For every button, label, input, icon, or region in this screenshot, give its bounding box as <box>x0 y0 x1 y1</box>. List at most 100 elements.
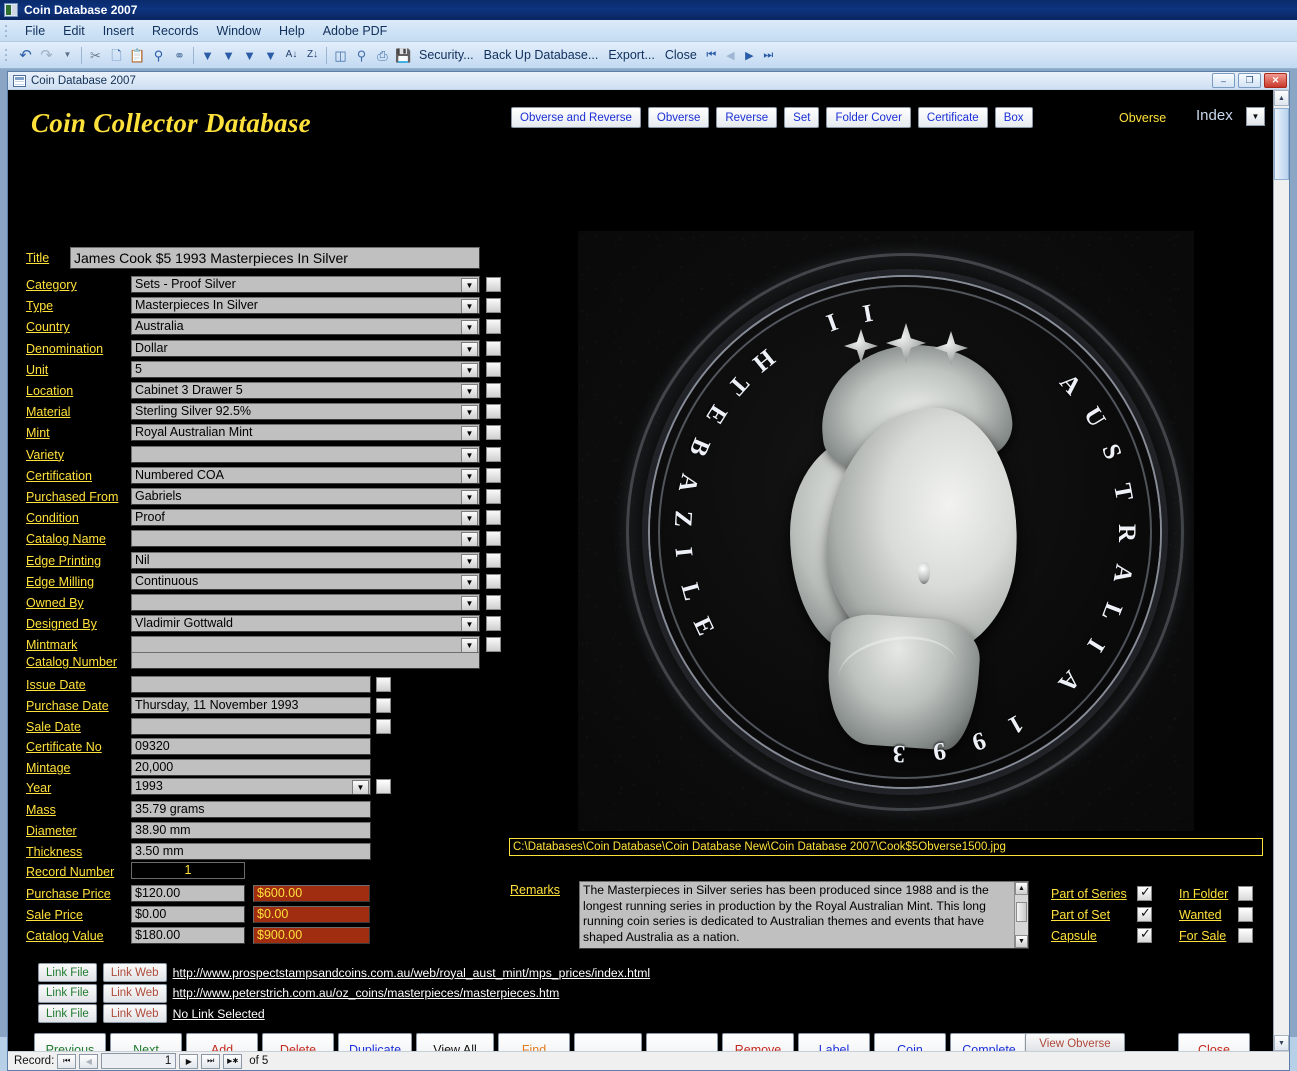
issue-date-input[interactable] <box>131 676 371 693</box>
designed-by-dropdown-icon[interactable]: ▼ <box>461 617 478 632</box>
catalog-name-checkbox[interactable] <box>486 531 501 547</box>
sale-date-input[interactable] <box>131 718 371 735</box>
link-file-button[interactable]: Link File <box>38 1004 97 1023</box>
tab-obverse-and-reverse[interactable]: Obverse and Reverse <box>511 107 641 128</box>
mintmark-checkbox[interactable] <box>486 637 501 653</box>
owned-by-dropdown-icon[interactable]: ▼ <box>461 596 478 610</box>
owned-by-combobox[interactable]: ▼ <box>131 594 480 611</box>
denomination-combobox[interactable]: Dollar ▼ <box>131 339 480 357</box>
next-record-button[interactable]: NextRecord <box>110 1033 182 1051</box>
index-dropdown-icon[interactable]: ▼ <box>1246 107 1265 126</box>
next-record-button[interactable]: ▶ <box>179 1053 199 1069</box>
tab-certificate[interactable]: Certificate <box>917 107 988 128</box>
replace-icon[interactable]: ⚭ <box>169 45 190 66</box>
purchase-price-input[interactable]: $120.00 <box>131 885 245 902</box>
unit-dropdown-icon[interactable]: ▼ <box>461 362 478 377</box>
category-checkbox[interactable] <box>486 277 501 292</box>
mint-combobox[interactable]: Royal Australian Mint ▼ <box>131 424 480 442</box>
backup-database-button[interactable]: Back Up Database... <box>479 46 604 64</box>
add-record-button[interactable]: AddRecord <box>186 1033 258 1051</box>
link-file-button[interactable]: Link File <box>38 963 97 982</box>
new-record-button[interactable]: ▶✱ <box>223 1053 243 1069</box>
duplicate-record-button[interactable]: DuplicateRecord <box>338 1033 412 1051</box>
print-icon[interactable]: ⎙ <box>372 45 393 66</box>
view-obverse-button[interactable]: View Obverse <box>1025 1033 1125 1051</box>
unit-checkbox[interactable] <box>486 361 501 377</box>
certification-combobox[interactable]: Numbered COA ▼ <box>131 466 480 484</box>
owned-by-checkbox[interactable] <box>486 595 501 610</box>
year-input[interactable]: 1993 ▼ <box>131 778 371 795</box>
mint-dropdown-icon[interactable]: ▼ <box>461 426 478 441</box>
mintage-input[interactable]: 20,000 <box>131 759 371 776</box>
purchase-date-input[interactable]: Thursday, 11 November 1993 <box>131 697 371 714</box>
menu-file[interactable]: File <box>16 22 54 40</box>
catalog-name-dropdown-icon[interactable]: ▼ <box>461 532 478 547</box>
record-number-input[interactable]: 1 <box>131 862 245 879</box>
menubar-grip[interactable] <box>4 22 13 39</box>
edge-milling-dropdown-icon[interactable]: ▼ <box>461 574 478 589</box>
save-icon[interactable]: 💾 <box>393 45 414 66</box>
tab-obverse[interactable]: Obverse <box>647 107 710 128</box>
previous-record-button[interactable]: PreviousRecord <box>34 1033 106 1051</box>
link-url[interactable]: http://www.peterstrich.com.au/oz_coins/m… <box>173 986 560 1000</box>
security-button[interactable]: Security... <box>414 46 479 64</box>
tab-folder-cover[interactable]: Folder Cover <box>826 107 911 128</box>
remarks-scroll-thumb[interactable] <box>1016 902 1027 922</box>
flag-checkbox-in-folder[interactable] <box>1238 886 1253 901</box>
thickness-input[interactable]: 3.50 mm <box>131 843 371 860</box>
material-combobox[interactable]: Sterling Silver 92.5% ▼ <box>131 403 480 421</box>
purchased-from-combobox[interactable]: Gabriels ▼ <box>131 488 480 505</box>
remarks-scroll-up-icon[interactable]: ▲ <box>1015 882 1028 895</box>
variety-checkbox[interactable] <box>486 446 501 462</box>
new-object-icon[interactable]: ◫ <box>330 45 351 66</box>
link-url[interactable]: No Link Selected <box>173 1007 265 1021</box>
purchased-from-checkbox[interactable] <box>486 489 501 504</box>
copy-icon[interactable]: 🗋 <box>106 45 127 66</box>
minimize-button[interactable]: – <box>1212 73 1235 88</box>
find-icon[interactable]: ⚲ <box>148 45 169 66</box>
flag-checkbox-part-of-set[interactable] <box>1137 905 1152 922</box>
remarks-textarea[interactable]: The Masterpieces in Silver series has be… <box>579 881 1029 949</box>
complete-report-button[interactable]: CompleteReport <box>950 1033 1028 1051</box>
current-record-input[interactable]: 1 <box>101 1053 177 1069</box>
link-web-button[interactable]: Link Web <box>102 983 167 1003</box>
remove-filter-icon[interactable]: ▼ <box>260 45 281 66</box>
previous-record-icon[interactable]: ◀ <box>721 46 740 65</box>
link-web-button[interactable]: Link Web <box>102 963 167 982</box>
designed-by-combobox[interactable]: Vladimir Gottwald ▼ <box>131 615 480 633</box>
material-dropdown-icon[interactable]: ▼ <box>461 405 478 420</box>
sale-price-input[interactable]: $0.00 <box>131 906 245 923</box>
close-window-button[interactable]: ✕ <box>1264 73 1287 88</box>
find-record-button[interactable]: FindRecord <box>498 1033 570 1051</box>
undo-icon[interactable]: ↶ <box>15 45 36 66</box>
paste-icon[interactable]: 📋 <box>127 45 148 66</box>
toolbar-grip[interactable] <box>4 46 13 64</box>
country-dropdown-icon[interactable]: ▼ <box>461 320 478 335</box>
category-dropdown-icon[interactable]: ▼ <box>461 278 478 292</box>
close-button[interactable]: Close <box>660 46 702 64</box>
close-this-form-button[interactable]: Close This Form <box>1178 1033 1250 1051</box>
cut-icon[interactable]: ✂ <box>85 45 106 66</box>
variety-dropdown-icon[interactable]: ▼ <box>461 447 478 462</box>
type-combobox[interactable]: Masterpieces In Silver ▼ <box>131 297 480 315</box>
location-combobox[interactable]: Cabinet 3 Drawer 5 ▼ <box>131 382 480 399</box>
first-record-button[interactable]: ⏮ <box>57 1053 77 1069</box>
type-dropdown-icon[interactable]: ▼ <box>461 299 478 314</box>
restore-button[interactable]: ❐ <box>1238 73 1261 88</box>
form-vertical-scrollbar[interactable]: ▲ ▼ <box>1273 90 1289 1051</box>
first-record-icon[interactable]: ⏮ <box>702 46 721 65</box>
location-checkbox[interactable] <box>486 383 501 398</box>
mass-input[interactable]: 35.79 grams <box>131 801 371 818</box>
certificate-no-input[interactable]: 09320 <box>131 738 371 755</box>
image-path-field[interactable]: C:\Databases\Coin Database\Coin Database… <box>509 838 1263 856</box>
edge-milling-combobox[interactable]: Continuous ▼ <box>131 572 480 590</box>
scroll-down-icon[interactable]: ▼ <box>1274 1035 1289 1051</box>
coin-image-pane[interactable]: ELIZABETH IIAUSTRALIA 1993 <box>578 231 1194 831</box>
unit-combobox[interactable]: 5 ▼ <box>131 360 480 378</box>
denomination-checkbox[interactable] <box>486 340 501 356</box>
purchase-date-checkbox[interactable] <box>376 698 391 713</box>
previous-record-button[interactable]: ◀ <box>79 1053 99 1069</box>
tab-set[interactable]: Set <box>784 107 820 128</box>
remove-filter-button[interactable]: RemoveFilter <box>722 1033 794 1051</box>
menu-insert[interactable]: Insert <box>94 22 143 40</box>
